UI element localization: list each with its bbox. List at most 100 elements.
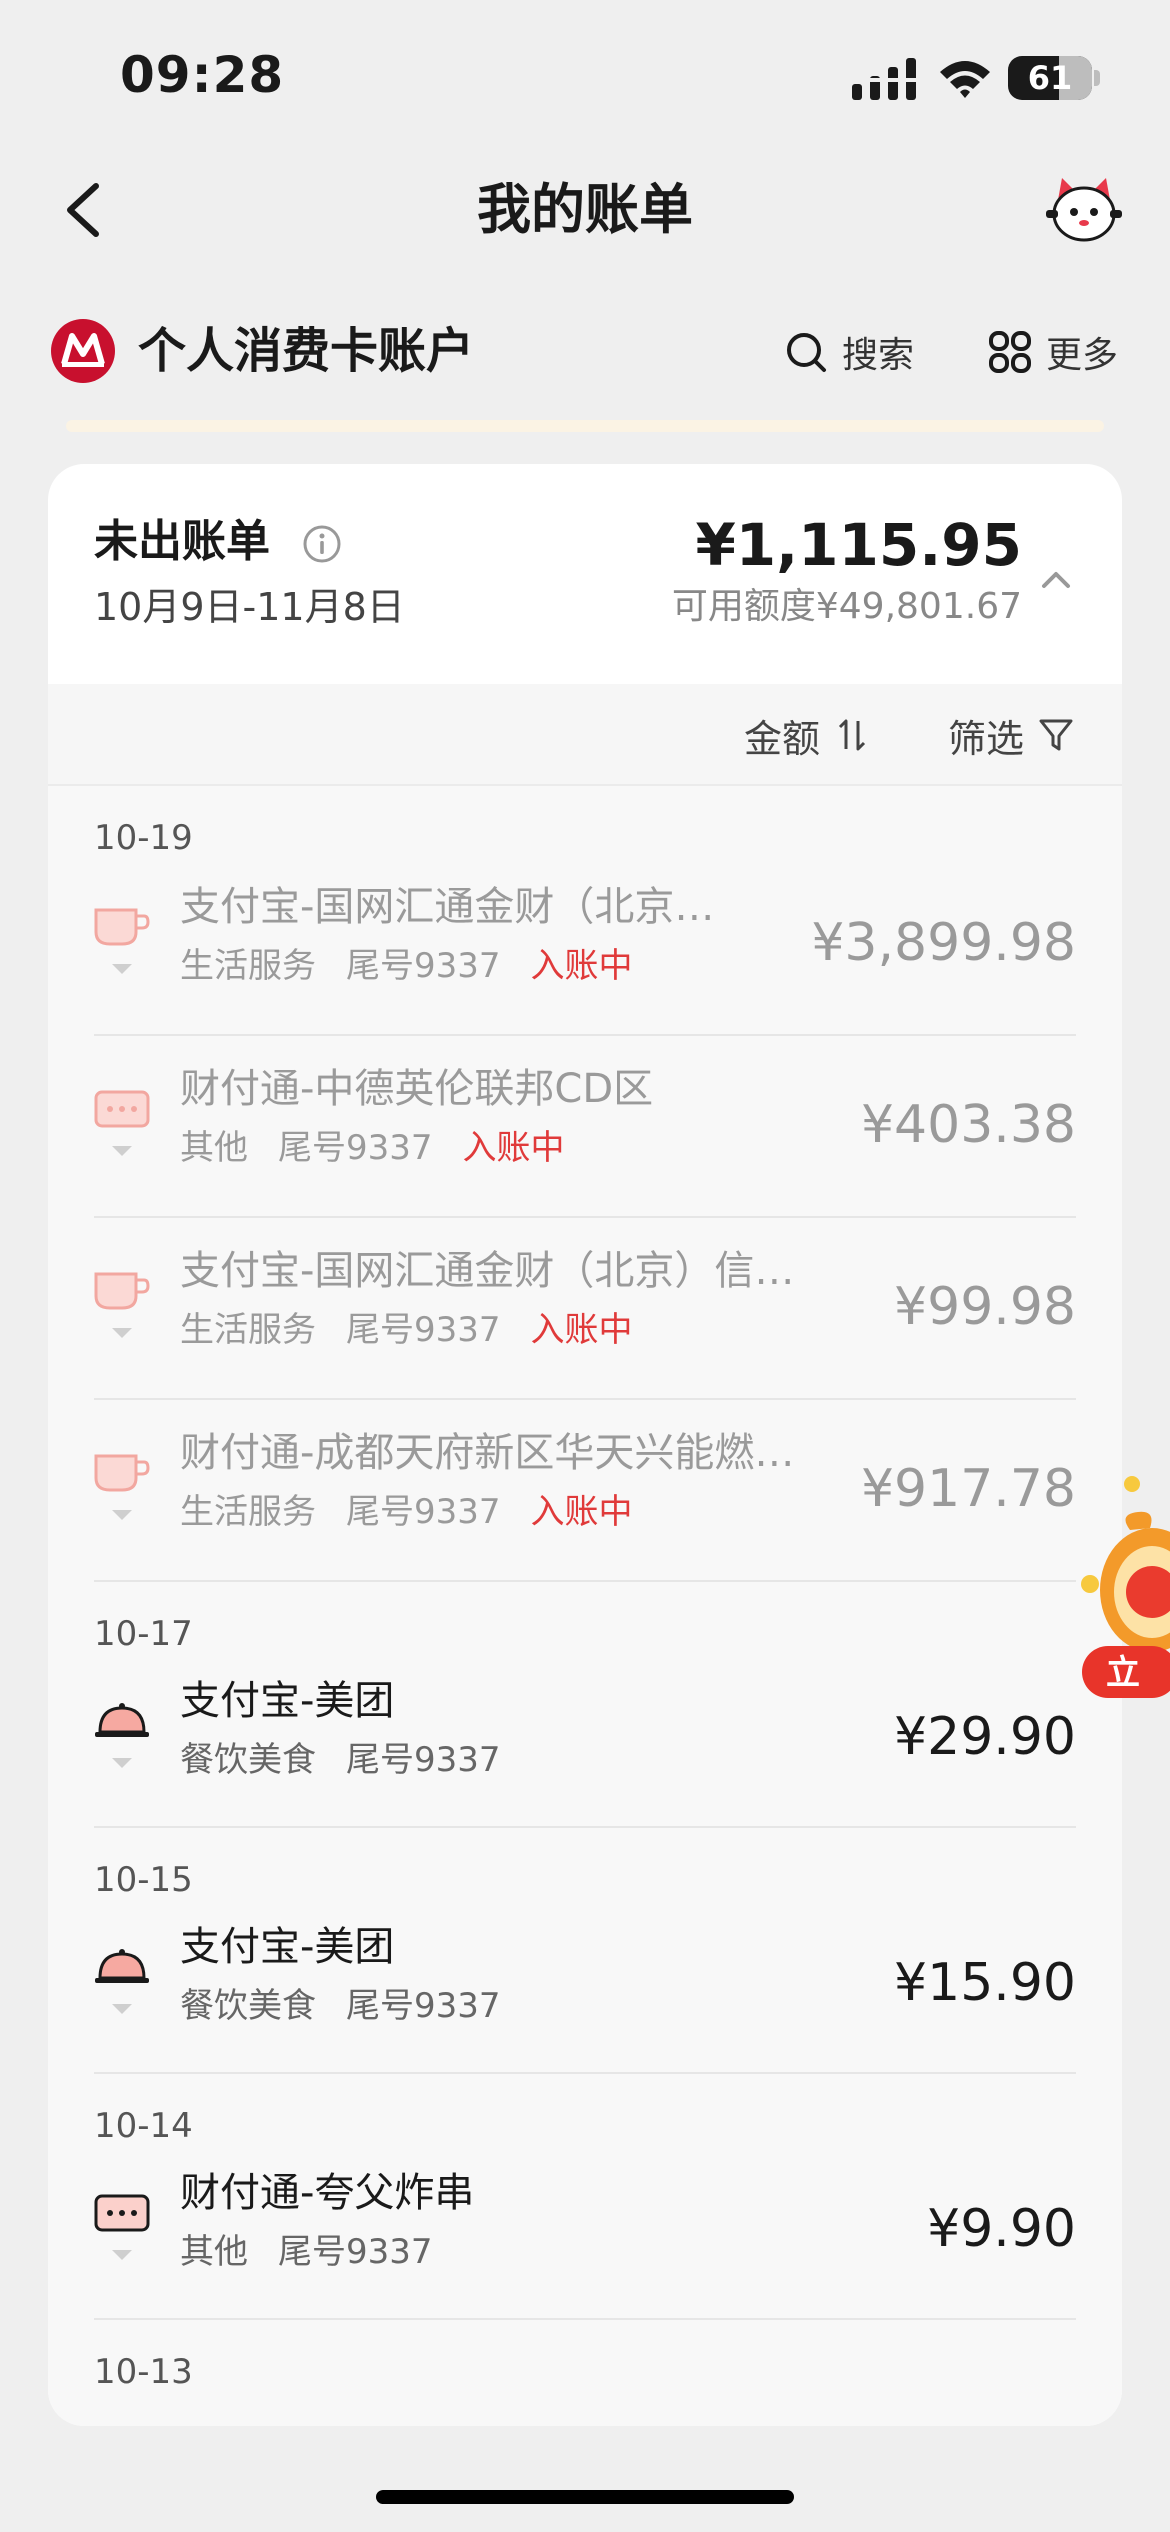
- transaction-meta: 餐饮美食 尾号9337: [180, 1736, 531, 1784]
- message-dots-icon: [94, 2194, 150, 2232]
- search-button[interactable]: 搜索: [784, 322, 914, 382]
- signal-icon: [852, 58, 916, 100]
- list-toolbar: 金额 筛选: [48, 684, 1122, 786]
- date-label: 10-13: [94, 2352, 193, 2392]
- status-time: 09:28: [120, 46, 285, 104]
- chevron-down-icon: [112, 1758, 132, 1768]
- bill-period: 10月9日-11月8日: [94, 585, 405, 629]
- more-label: 更多: [1046, 335, 1119, 376]
- battery-tip: [1094, 70, 1100, 86]
- transaction-meta: 其他 尾号9337 入账中: [180, 1124, 595, 1172]
- grid-icon: [989, 331, 1031, 373]
- chevron-down-icon: [112, 2004, 132, 2014]
- transaction-amount: ¥403.38: [860, 1095, 1076, 1155]
- transaction-merchant: 财付通-夸父炸串: [180, 2170, 475, 2216]
- cat-mascot-icon[interactable]: [1044, 170, 1124, 250]
- cup-icon: [94, 908, 150, 946]
- bill-amount: ¥1,115.95: [695, 511, 1022, 579]
- transaction-list: 10-19 支付宝-国网汇通金财（北京… 生活服务 尾号9337 入账中 ¥3,89…: [48, 786, 1122, 2426]
- cup-icon: [94, 1272, 150, 1310]
- filter-icon: [1039, 719, 1073, 751]
- transaction-merchant: 支付宝-美团: [180, 1924, 395, 1970]
- account-title: 个人消费卡账户: [138, 323, 475, 379]
- transaction-meta: 生活服务 尾号9337 入账中: [180, 1306, 663, 1354]
- transaction-meta: 餐饮美食 尾号9337: [180, 1982, 531, 2030]
- transaction-card: 尾号9337: [346, 1740, 501, 1780]
- transaction-category: 餐饮美食: [180, 1740, 316, 1780]
- transaction-row[interactable]: 支付宝-国网汇通金财（北京）信… 生活服务 尾号9337 入账中 ¥99.98: [48, 1218, 1122, 1398]
- divider: [94, 1826, 1076, 1828]
- transaction-row[interactable]: 财付通-中德英伦联邦CD区 其他 尾号9337 入账中 ¥403.38: [48, 1036, 1122, 1216]
- chevron-down-icon: [112, 1510, 132, 1520]
- transaction-category: 餐饮美食: [180, 1986, 316, 2026]
- food-cloche-icon: [95, 1703, 149, 1737]
- transaction-card: 尾号9337: [346, 1492, 501, 1532]
- transaction-status: 入账中: [462, 1128, 565, 1168]
- transaction-row[interactable]: 支付宝-美团 餐饮美食 尾号9337 ¥29.90: [48, 1648, 1122, 1828]
- transaction-amount: ¥29.90: [894, 1707, 1076, 1767]
- page-title: 我的账单: [477, 178, 693, 241]
- divider: [94, 2318, 1076, 2320]
- wifi-icon: [940, 61, 990, 98]
- bank-logo-icon: [51, 319, 115, 383]
- transaction-category: 生活服务: [180, 946, 316, 986]
- transaction-amount: ¥917.78: [860, 1459, 1076, 1519]
- filter-button[interactable]: 筛选: [948, 684, 1076, 786]
- transaction-meta: 生活服务 尾号9337 入账中: [180, 1488, 663, 1536]
- chevron-down-icon: [112, 1328, 132, 1338]
- battery-icon: 61: [1008, 56, 1092, 100]
- food-cloche-icon: [95, 1949, 149, 1983]
- transaction-merchant: 支付宝-美团: [180, 1678, 395, 1724]
- transaction-card: 尾号9337: [278, 1128, 433, 1168]
- transaction-row[interactable]: 财付通-夸父炸串 其他 尾号9337 ¥9.90: [48, 2140, 1122, 2320]
- transaction-amount: ¥99.98: [894, 1277, 1076, 1337]
- filter-label: 筛选: [947, 716, 1024, 761]
- sort-label: 金额: [743, 716, 820, 761]
- battery-percent: 61: [1027, 59, 1073, 97]
- message-dots-icon: [94, 1090, 150, 1128]
- more-button[interactable]: 更多: [988, 322, 1118, 382]
- transaction-card: 尾号9337: [346, 946, 501, 986]
- transaction-category: 其他: [180, 1128, 248, 1168]
- promo-money-bag-icon[interactable]: 立: [1078, 1460, 1170, 1710]
- transaction-amount: ¥3,899.98: [811, 913, 1076, 973]
- transaction-card: 尾号9337: [346, 1310, 501, 1350]
- transaction-status: 入账中: [530, 1310, 633, 1350]
- transaction-amount: ¥15.90: [894, 1953, 1076, 2013]
- divider: [94, 2072, 1076, 2074]
- info-icon[interactable]: [302, 524, 342, 564]
- transaction-status: 入账中: [530, 1492, 633, 1532]
- chevron-down-icon: [112, 1146, 132, 1156]
- chevron-up-icon[interactable]: [1036, 560, 1076, 600]
- transaction-status: 入账中: [530, 946, 633, 986]
- transaction-amount: ¥9.90: [927, 2199, 1076, 2259]
- transaction-card: 尾号9337: [278, 2232, 433, 2272]
- transaction-meta: 其他 尾号9337: [180, 2228, 463, 2276]
- bill-card: 未出账单 10月9日-11月8日 ¥1,115.95 可用额度¥49,801.6…: [48, 464, 1122, 2426]
- transaction-card: 尾号9337: [346, 1986, 501, 2026]
- cup-icon: [94, 1454, 150, 1492]
- divider: [94, 1580, 1076, 1582]
- transaction-row[interactable]: 财付通-成都天府新区华天兴能燃… 生活服务 尾号9337 入账中 ¥917.78: [48, 1400, 1122, 1580]
- transaction-category: 生活服务: [180, 1310, 316, 1350]
- transaction-category: 生活服务: [180, 1492, 316, 1532]
- transaction-meta: 生活服务 尾号9337 入账中: [180, 942, 663, 990]
- transaction-merchant: 财付通-成都天府新区华天兴能燃…: [180, 1430, 795, 1476]
- sort-amount-button[interactable]: 金额: [744, 684, 872, 786]
- sort-icon: [838, 719, 866, 751]
- promo-text: 立: [1106, 1653, 1140, 1693]
- chevron-down-icon: [112, 2250, 132, 2260]
- promo-strip[interactable]: [66, 420, 1104, 432]
- transaction-merchant: 支付宝-国网汇通金财（北京）信…: [180, 1248, 795, 1294]
- transaction-row[interactable]: 支付宝-国网汇通金财（北京… 生活服务 尾号9337 入账中 ¥3,899.98: [48, 854, 1122, 1034]
- home-indicator[interactable]: [376, 2490, 794, 2504]
- search-icon: [787, 333, 826, 372]
- status-bar: 09:28 61: [0, 0, 1170, 140]
- chevron-down-icon: [112, 964, 132, 974]
- search-label: 搜索: [842, 335, 915, 376]
- transaction-row[interactable]: 支付宝-美团 餐饮美食 尾号9337 ¥15.90: [48, 1894, 1122, 2074]
- transaction-merchant: 支付宝-国网汇通金财（北京…: [180, 884, 715, 930]
- transaction-merchant: 财付通-中德英伦联邦CD区: [180, 1066, 654, 1112]
- bill-label: 未出账单: [94, 516, 270, 567]
- transaction-category: 其他: [180, 2232, 248, 2272]
